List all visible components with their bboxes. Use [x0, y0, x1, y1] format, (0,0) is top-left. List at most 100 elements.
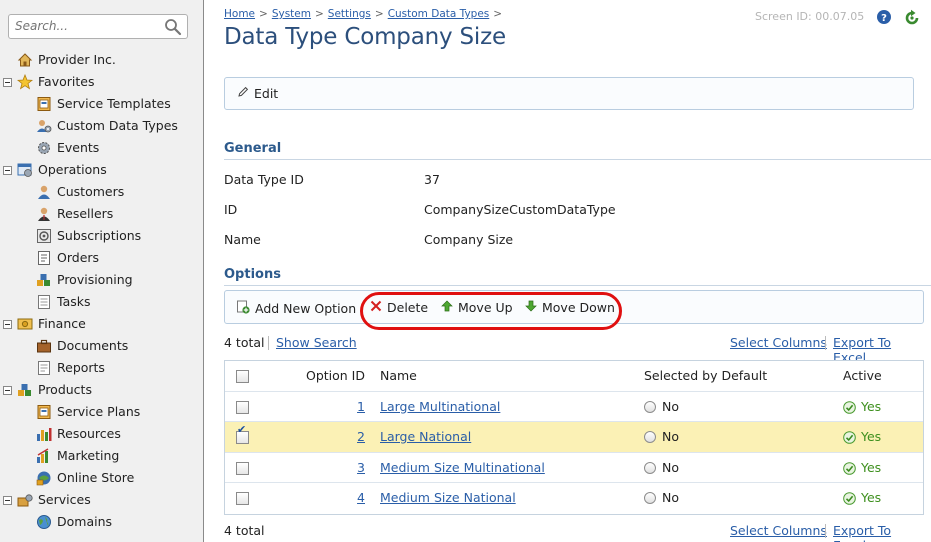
nav-item-marketing[interactable]: Marketing: [0, 445, 203, 467]
breadcrumb-home[interactable]: Home: [224, 8, 255, 20]
nav-item-events[interactable]: Events: [0, 137, 203, 159]
row-checkbox[interactable]: [236, 492, 249, 505]
nav-label: Operations: [38, 162, 107, 177]
add-new-option-label: Add New Option: [255, 301, 357, 316]
nav-label: Subscriptions: [57, 228, 142, 243]
row-checkbox[interactable]: [236, 400, 249, 414]
collapse-toggle[interactable]: [3, 496, 12, 505]
reseller-icon: [36, 206, 52, 222]
option-name-link[interactable]: Large Multinational: [380, 399, 500, 414]
nav-item-online-store[interactable]: Online Store: [0, 467, 203, 489]
nav-item-provider[interactable]: Provider Inc.: [0, 49, 203, 71]
row-checkbox-checked[interactable]: [236, 423, 249, 444]
table-row-selected[interactable]: 2 Large National No Yes: [225, 422, 923, 453]
select-columns-link[interactable]: Select Columns: [730, 523, 827, 538]
nav-item-customers[interactable]: Customers: [0, 181, 203, 203]
nav-item-services[interactable]: Services: [0, 489, 203, 511]
nav-label: Marketing: [57, 448, 120, 463]
default-cell: No: [644, 453, 679, 483]
nav-item-reports[interactable]: Reports: [0, 357, 203, 379]
row-checkbox[interactable]: [236, 461, 249, 475]
column-header-selected-by-default[interactable]: Selected by Default: [644, 361, 767, 391]
show-search-link[interactable]: Show Search: [276, 335, 357, 350]
breadcrumb-system[interactable]: System: [272, 8, 311, 20]
collapse-toggle[interactable]: [3, 386, 12, 395]
highlight-annotation: [360, 292, 622, 330]
nav-item-service-templates[interactable]: Service Templates: [0, 93, 203, 115]
nav-item-resources[interactable]: Resources: [0, 423, 203, 445]
option-id-link[interactable]: 3: [357, 460, 365, 475]
active-value: Yes: [861, 459, 882, 475]
nav-item-custom-data-types[interactable]: Custom Data Types: [0, 115, 203, 137]
edit-button[interactable]: Edit: [237, 86, 278, 101]
collapse-toggle[interactable]: [3, 320, 12, 329]
column-header-name[interactable]: Name: [380, 361, 417, 391]
breadcrumb-custom-data-types[interactable]: Custom Data Types: [388, 8, 490, 20]
nav-item-finance[interactable]: Finance: [0, 313, 203, 335]
breadcrumb-settings[interactable]: Settings: [328, 8, 371, 20]
option-name-link[interactable]: Medium Size Multinational: [380, 460, 545, 475]
operations-icon: [17, 162, 33, 178]
collapse-toggle[interactable]: [3, 78, 12, 87]
sidebar: Provider Inc. Favorites Service Template…: [0, 0, 204, 542]
globe-icon: [36, 514, 52, 530]
option-id-link[interactable]: 4: [357, 490, 365, 505]
select-columns-link[interactable]: Select Columns: [730, 335, 827, 350]
edit-label: Edit: [254, 86, 279, 101]
pencil-icon: [237, 86, 249, 101]
default-cell: No: [644, 483, 679, 513]
radio-icon: [644, 431, 656, 443]
nav-item-service-plans[interactable]: Service Plans: [0, 401, 203, 423]
search-input[interactable]: [15, 15, 165, 37]
check-circle-icon: [843, 456, 856, 486]
screen-id: Screen ID: 00.07.05: [755, 10, 865, 23]
nav-item-documents[interactable]: Documents: [0, 335, 203, 357]
search-box[interactable]: [8, 14, 188, 39]
tasks-icon: [36, 294, 52, 310]
star-icon: [16, 73, 34, 90]
nav-item-favorites[interactable]: Favorites: [0, 71, 203, 93]
export-to-excel-link[interactable]: Export To Excel: [833, 523, 926, 542]
search-icon[interactable]: [164, 18, 182, 39]
table-row[interactable]: 4 Medium Size National No Yes: [225, 483, 923, 514]
select-all-checkbox[interactable]: [236, 370, 249, 383]
column-header-option-id[interactable]: Option ID: [285, 361, 365, 391]
table-row[interactable]: 1 Large Multinational No Yes: [225, 392, 923, 422]
active-cell: Yes: [843, 422, 881, 452]
nav-item-resellers[interactable]: Resellers: [0, 203, 203, 225]
nav-label: Online Store: [57, 470, 135, 485]
nav-item-tasks[interactable]: Tasks: [0, 291, 203, 313]
subscription-icon: [36, 228, 52, 244]
option-id-link[interactable]: 2: [357, 429, 365, 444]
option-name-link[interactable]: Large National: [380, 429, 471, 444]
option-id-link[interactable]: 1: [357, 399, 365, 414]
nav-item-provisioning[interactable]: Provisioning: [0, 269, 203, 291]
gear-icon: [36, 140, 52, 156]
nav-label: Documents: [57, 338, 129, 353]
active-cell: Yes: [843, 392, 881, 422]
total-count: 4 total: [224, 523, 265, 538]
nav-item-domains[interactable]: Domains: [0, 511, 203, 533]
divider: [825, 524, 826, 538]
products-icon: [17, 382, 33, 398]
nav-label: Custom Data Types: [57, 118, 178, 133]
nav-label: Customers: [57, 184, 125, 199]
table-row[interactable]: 3 Medium Size Multinational No Yes: [225, 453, 923, 486]
nav-item-subscriptions[interactable]: Subscriptions: [0, 225, 203, 247]
main-content: Home > System > Settings > Custom Data Types > …: [205, 0, 931, 542]
refresh-icon[interactable]: [903, 9, 921, 30]
breadcrumb-separator: >: [493, 8, 503, 20]
collapse-toggle[interactable]: [3, 166, 12, 175]
section-divider: [224, 159, 931, 160]
nav-label: Resellers: [57, 206, 114, 221]
help-icon[interactable]: ?: [876, 9, 892, 28]
default-cell: No: [644, 422, 679, 452]
nav-item-operations[interactable]: Operations: [0, 159, 203, 181]
breadcrumb-separator: >: [374, 8, 384, 20]
option-name-link[interactable]: Medium Size National: [380, 490, 516, 505]
nav-item-orders[interactable]: Orders: [0, 247, 203, 269]
breadcrumb-separator: >: [314, 8, 324, 20]
column-header-active[interactable]: Active: [843, 361, 882, 391]
nav-item-products[interactable]: Products: [0, 379, 203, 401]
add-new-option-button[interactable]: Add New Option: [236, 300, 356, 317]
